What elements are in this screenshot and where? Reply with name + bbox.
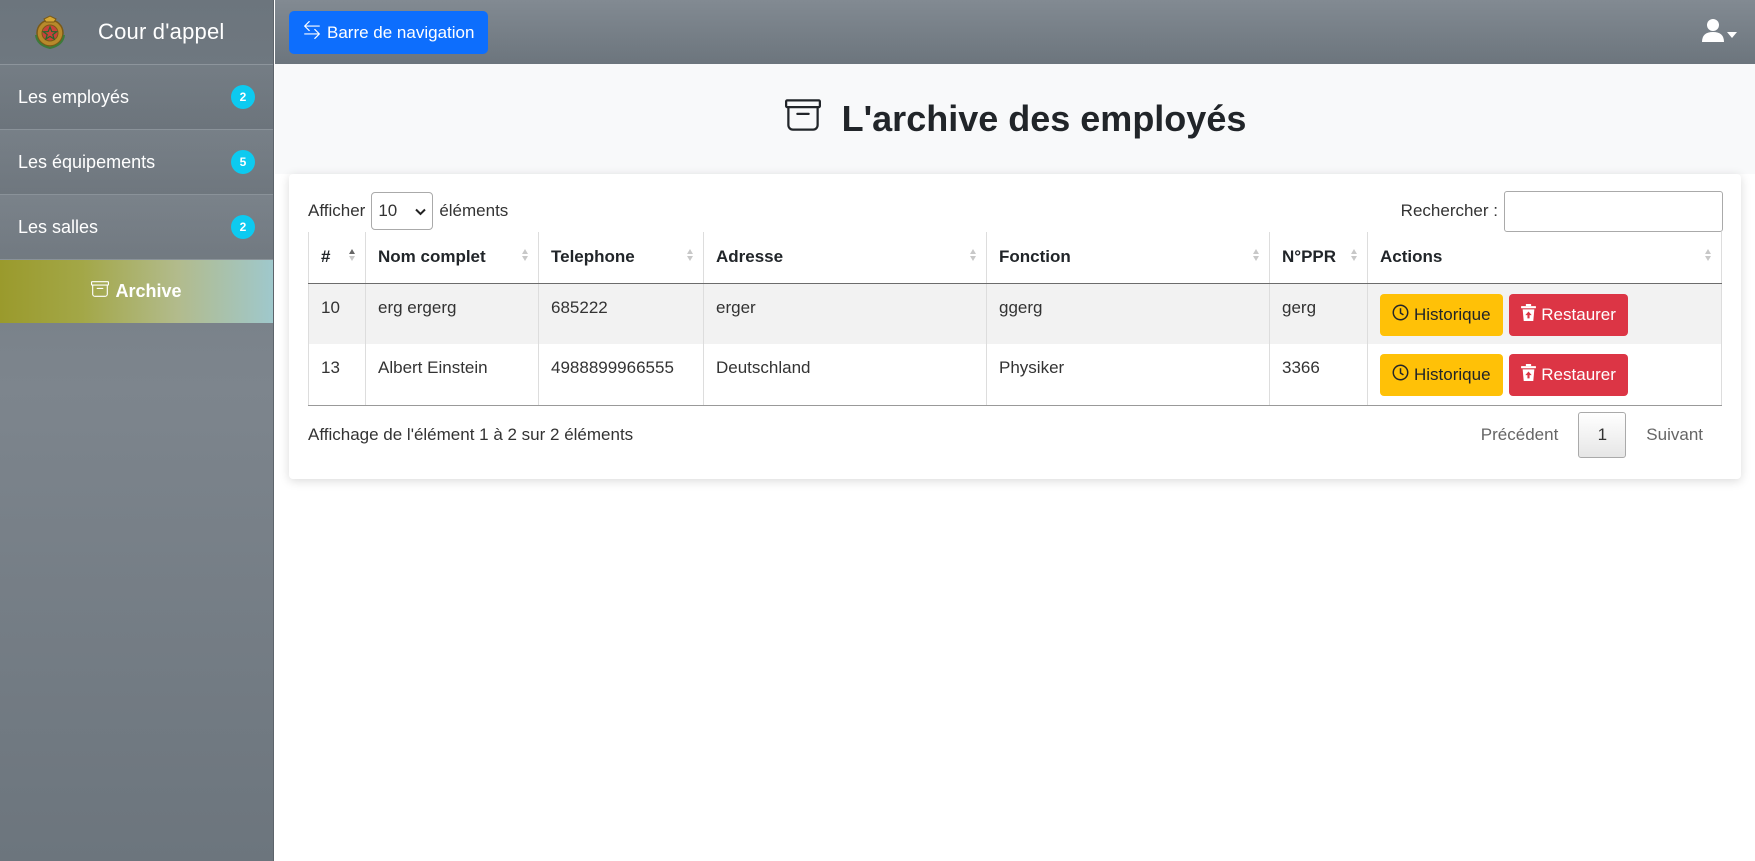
brand[interactable]: Cour d'appel (0, 0, 273, 65)
history-label: Historique (1414, 304, 1491, 324)
trash-restore-icon (1521, 303, 1541, 326)
column-header-address[interactable]: Adresse (703, 232, 987, 284)
page-title: L'archive des employés (784, 97, 1247, 142)
length-control: Afficher 10 éléments (308, 192, 508, 230)
search-control: Rechercher : (1400, 190, 1723, 232)
cell-ppr: gerg (1269, 283, 1368, 344)
pagination: Précédent 1 Suivant (1461, 411, 1723, 458)
sidebar-item-label: Les salles (18, 216, 99, 237)
cell-ppr: 3366 (1269, 344, 1368, 406)
cell-phone: 4988899966555 (538, 344, 704, 406)
page-title-text: L'archive des employés (841, 98, 1247, 139)
sidebar-item-label: Les équipements (18, 151, 156, 172)
sort-icon (687, 249, 693, 261)
clock-icon (1392, 364, 1414, 386)
sort-icon (522, 249, 528, 261)
column-header-phone[interactable]: Telephone (538, 232, 704, 284)
sidebar-item-archive[interactable]: Archive (0, 260, 273, 323)
page-header: L'archive des employés (275, 64, 1755, 174)
archive-icon (784, 97, 842, 142)
column-header-actions[interactable]: Actions (1367, 232, 1722, 284)
chevron-down-icon (1727, 23, 1737, 43)
page-length-value: 10 (378, 201, 398, 220)
user-menu[interactable] (1702, 18, 1737, 47)
chevron-down-icon (415, 201, 427, 221)
cell-function: Physiker (986, 344, 1270, 406)
column-header-id[interactable]: # (308, 232, 366, 284)
count-badge: 2 (231, 215, 255, 239)
table-row: 13 Albert Einstein 4988899966555 Deutsch… (308, 344, 1722, 406)
brand-title: Cour d'appel (98, 19, 225, 44)
count-badge: 2 (231, 85, 255, 109)
main-content: L'archive des employés Afficher 10 éléme… (275, 64, 1755, 861)
table-info: Affichage de l'élément 1 à 2 sur 2 éléme… (308, 424, 634, 444)
count-badge: 5 (231, 150, 255, 174)
topbar: Barre de navigation (275, 0, 1755, 64)
arrows-swap-icon (303, 20, 327, 44)
toggle-navigation-button[interactable]: Barre de navigation (289, 11, 489, 54)
sort-icon (1705, 249, 1711, 261)
column-header-name[interactable]: Nom complet (365, 232, 539, 284)
cell-phone: 685222 (538, 283, 704, 344)
cell-actions: Historique Restaurer (1367, 283, 1722, 344)
search-label: Rechercher : (1400, 201, 1498, 220)
restore-label: Restaurer (1541, 304, 1616, 324)
archive-table: # Nom complet Telephone Adresse Fonction… (308, 232, 1722, 406)
next-page-button[interactable]: Suivant (1626, 425, 1723, 445)
column-header-ppr[interactable]: N°PPR (1269, 232, 1368, 284)
cell-id: 13 (308, 344, 366, 406)
history-button[interactable]: Historique (1380, 354, 1503, 396)
page-length-select[interactable]: 10 (371, 192, 434, 230)
sidebar-item-label: Les employés (18, 86, 130, 107)
sidebar: Cour d'appel Les employés 2 Les équipeme… (0, 0, 274, 861)
cell-function: ggerg (986, 283, 1270, 344)
cell-actions: Historique Restaurer (1367, 344, 1722, 406)
search-input[interactable] (1504, 190, 1723, 232)
cell-id: 10 (308, 283, 366, 344)
archive-table-card: Afficher 10 éléments Rechercher : # Nom … (289, 174, 1741, 479)
trash-restore-icon (1521, 364, 1541, 386)
page-button-1[interactable]: 1 (1578, 411, 1627, 458)
clock-icon (1392, 304, 1414, 326)
sort-icon (1351, 249, 1357, 261)
sidebar-item-employes[interactable]: Les employés 2 (0, 65, 273, 130)
sidebar-item-equipements[interactable]: Les équipements 5 (0, 130, 273, 195)
table-row: 10 erg ergerg 685222 erger ggerg gerg Hi… (308, 283, 1722, 344)
cell-address: Deutschland (703, 344, 987, 406)
sidebar-item-label: Archive (115, 281, 182, 301)
table-header-row: # Nom complet Telephone Adresse Fonction… (308, 232, 1722, 284)
column-header-function[interactable]: Fonction (986, 232, 1270, 284)
emblem-icon (30, 12, 70, 52)
table-controls: Afficher 10 éléments Rechercher : (308, 190, 1723, 232)
sidebar-item-salles[interactable]: Les salles 2 (0, 195, 273, 260)
cell-name: Albert Einstein (365, 344, 539, 406)
sort-icon (1253, 249, 1259, 261)
restore-button[interactable]: Restaurer (1509, 354, 1628, 396)
history-label: Historique (1414, 365, 1491, 384)
user-icon (1702, 18, 1724, 47)
restore-label: Restaurer (1541, 365, 1616, 384)
previous-page-button[interactable]: Précédent (1461, 425, 1579, 445)
table-footer: Affichage de l'élément 1 à 2 sur 2 éléme… (308, 411, 1723, 459)
elements-label: éléments (439, 201, 509, 220)
cell-name: erg ergerg (365, 283, 539, 344)
toggle-navigation-label: Barre de navigation (327, 22, 475, 42)
show-label: Afficher (308, 201, 366, 220)
sort-asc-icon (349, 249, 355, 261)
cell-address: erger (703, 283, 987, 344)
restore-button[interactable]: Restaurer (1509, 293, 1628, 336)
sort-icon (970, 249, 976, 261)
archive-icon (91, 280, 115, 303)
history-button[interactable]: Historique (1380, 293, 1503, 336)
